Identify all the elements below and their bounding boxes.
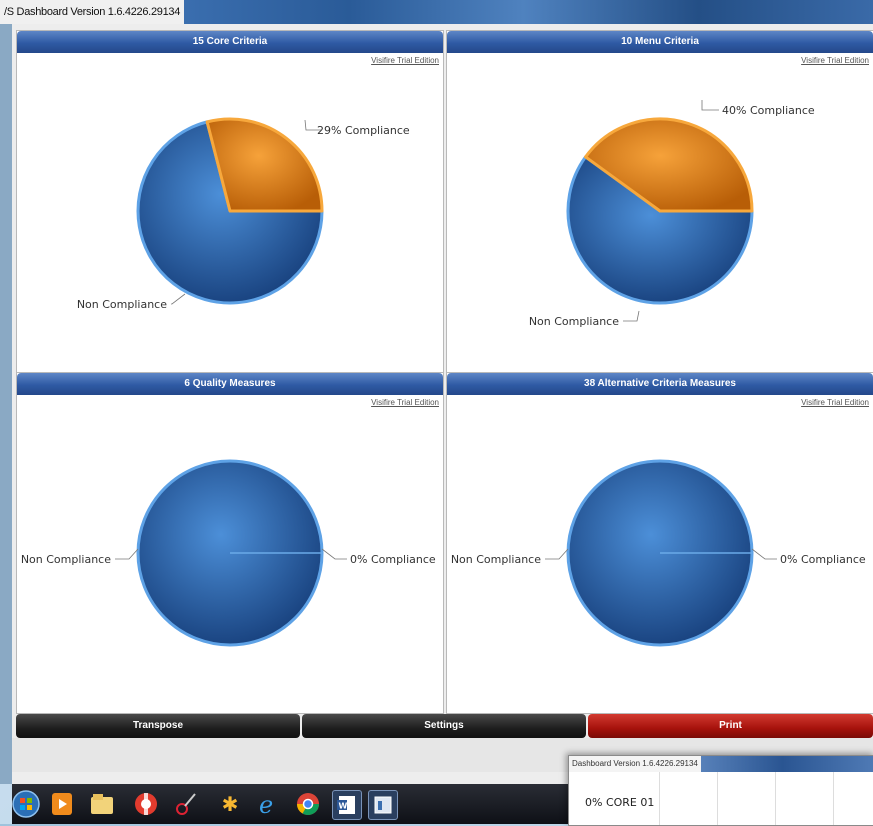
chrome-icon[interactable] [294, 790, 322, 818]
leader-line [545, 548, 569, 560]
pie-chart: 29% Compliance Non Compliance [77, 117, 410, 311]
grid-line [833, 772, 834, 825]
file-explorer-icon[interactable] [88, 790, 116, 818]
snipping-tool-icon[interactable] [172, 790, 200, 818]
preview-title: Dashboard Version 1.6.4226.29134 [569, 756, 701, 772]
leader-line [321, 548, 347, 560]
title-bar: /S Dashboard Version 1.6.4226.29134 [0, 0, 873, 24]
svg-text:W: W [339, 802, 348, 811]
pie-chart: 0% Compliance Non Compliance [451, 459, 866, 647]
slice-label: Non Compliance [21, 553, 111, 566]
slice-label: 40% Compliance [722, 104, 815, 117]
help-lifebuoy-icon[interactable] [132, 790, 160, 818]
chart-panel-quality: 6 Quality Measures Visifire Trial Editio… [16, 372, 444, 714]
flower-app-icon[interactable]: ✱ [216, 790, 244, 818]
word-icon[interactable]: W [332, 790, 362, 820]
chart-panel-menu: 10 Menu Criteria Visifire Trial Edition … [446, 30, 873, 373]
slice-label: 0% Compliance [350, 553, 436, 566]
slice-label: Non Compliance [77, 298, 167, 311]
print-button[interactable]: Print [588, 714, 873, 738]
leader-line [171, 293, 186, 305]
dashboard-app-icon[interactable] [368, 790, 398, 820]
windows-start-icon[interactable] [12, 790, 40, 818]
svg-text:e: e [259, 791, 273, 817]
taskbar-preview-window[interactable]: Dashboard Version 1.6.4226.29134 0% CORE… [568, 755, 873, 826]
leader-line [623, 310, 640, 322]
transpose-button[interactable]: Transpose [16, 714, 300, 738]
slice-label: 29% Compliance [317, 124, 410, 137]
grid-line [659, 772, 660, 825]
media-player-icon[interactable] [48, 790, 76, 818]
chart-panel-alternative: 38 Alternative Criteria Measures Visifir… [446, 372, 873, 714]
chart-panel-core: 15 Core Criteria Visifire Trial Edition … [16, 30, 444, 373]
slice-label: Non Compliance [451, 553, 541, 566]
pie-chart: 40% Compliance Non Compliance [529, 100, 815, 328]
row-label: 0% CORE 01 [585, 796, 655, 809]
slice-label: Non Compliance [529, 315, 619, 328]
slice-label: 0% Compliance [780, 553, 866, 566]
leader-line [751, 548, 777, 560]
settings-button[interactable]: Settings [302, 714, 586, 738]
internet-explorer-icon[interactable]: e [254, 790, 282, 818]
leader-line [115, 548, 139, 560]
grid-line [717, 772, 718, 825]
window-title: /S Dashboard Version 1.6.4226.29134 [0, 0, 185, 24]
grid-line [775, 772, 776, 825]
pie-chart: 0% Compliance Non Compliance [21, 459, 436, 647]
leader-line [701, 100, 719, 111]
preview-title-bar: Dashboard Version 1.6.4226.29134 [569, 756, 873, 772]
